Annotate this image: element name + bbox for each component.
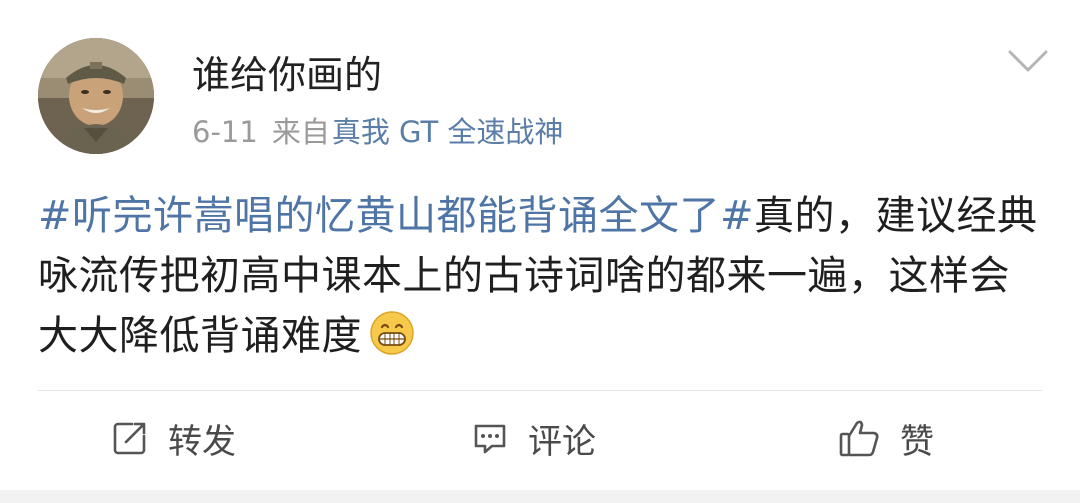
post-content: #听完许嵩唱的忆黄山都能背诵全文了#真的，建议经典咏流传把初高中课本上的古诗词啥… <box>38 186 1043 366</box>
topic-link[interactable]: #听完许嵩唱的忆黄山都能背诵全文了# <box>38 193 754 239</box>
thumbs-up-icon <box>839 420 879 457</box>
comment-icon <box>474 424 506 454</box>
post-date: 6-11 <box>192 115 258 149</box>
username[interactable]: 谁给你画的 <box>192 52 382 98</box>
like-button[interactable]: 赞 <box>838 406 934 470</box>
post-meta: 6-11 来自真我 GT 全速战神 <box>192 112 563 152</box>
user-avatar[interactable] <box>38 38 154 154</box>
chevron-down-icon[interactable] <box>1006 46 1050 76</box>
repost-label: 转发 <box>168 421 236 462</box>
comment-button[interactable]: 评论 <box>470 406 596 470</box>
source-prefix: 来自 <box>271 115 330 149</box>
avatar-portrait-image <box>38 38 154 154</box>
comment-label: 评论 <box>528 421 596 462</box>
feed-separator <box>0 490 1080 503</box>
weibo-post-card: 谁给你画的 6-11 来自真我 GT 全速战神 #听完许嵩唱的忆黄山都能背诵全文了… <box>0 0 1080 490</box>
repost-icon <box>113 422 146 455</box>
device-link[interactable]: 真我 GT 全速战神 <box>332 115 564 149</box>
grinning-face-emoji-icon <box>370 311 414 355</box>
repost-button[interactable]: 转发 <box>110 406 236 470</box>
divider <box>38 390 1042 391</box>
post-action-bar: 转发 评论 赞 <box>0 406 1080 470</box>
like-label: 赞 <box>900 421 934 462</box>
